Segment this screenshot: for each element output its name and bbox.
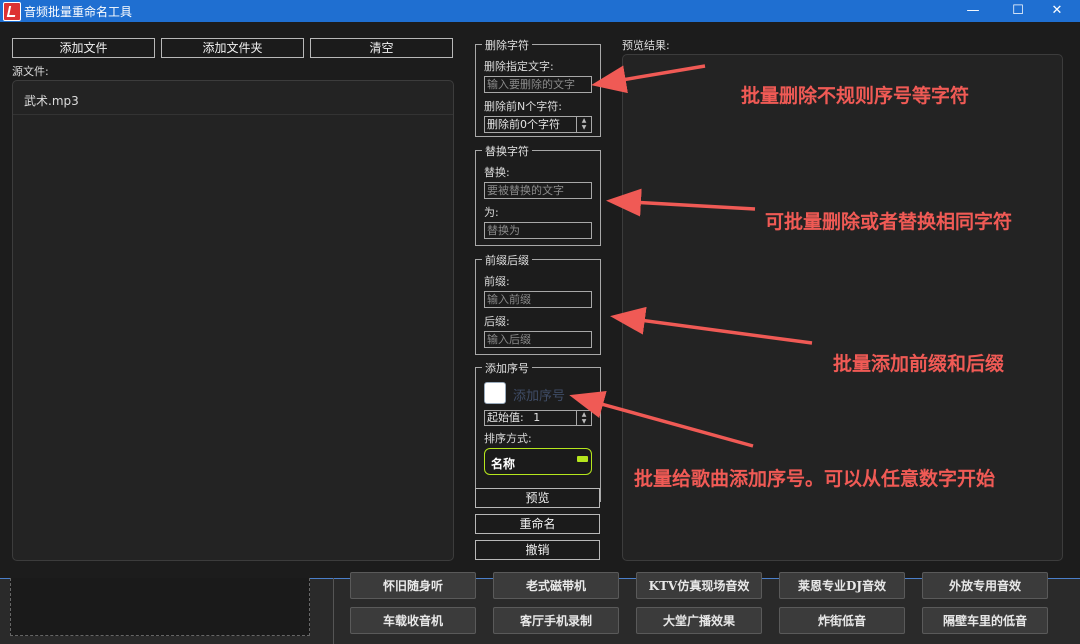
replace-with-label: 为:	[484, 206, 499, 219]
start-value-spinbox[interactable]: 起始值: 1 ▲ ▼	[484, 410, 592, 426]
group-title: 删除字符	[482, 37, 532, 53]
replace-from-input[interactable]: 要被替换的文字	[484, 182, 592, 199]
sort-mode-dropdown[interactable]: 名称	[484, 448, 592, 475]
effect-button[interactable]: 外放专用音效	[922, 572, 1048, 599]
spin-arrows-icon[interactable]: ▲ ▼	[576, 411, 591, 425]
preview-button[interactable]: 预览	[475, 488, 600, 508]
source-file-list[interactable]: 武术.mp3	[12, 80, 454, 561]
effect-button[interactable]: 炸街低音	[779, 607, 905, 634]
group-title: 替换字符	[482, 143, 532, 159]
music-note-icon	[3, 2, 21, 21]
undo-button[interactable]: 撤销	[475, 540, 600, 560]
serial-number-group: 添加序号 添加序号 起始值: 1 ▲ ▼ 排序方式: 名称	[475, 360, 601, 502]
group-title: 添加序号	[482, 360, 532, 376]
rename-button[interactable]: 重命名	[475, 514, 600, 534]
delete-first-n-label: 删除前N个字符:	[484, 100, 562, 113]
annotation-replace: 可批量删除或者替换相同字符	[765, 211, 1013, 233]
clear-button[interactable]: 清空	[310, 38, 453, 58]
dropdown-indicator-icon	[577, 456, 588, 462]
effect-button[interactable]: 莱恩专业DJ音效	[779, 572, 905, 599]
replace-to-input[interactable]: 替换为	[484, 222, 592, 239]
drop-zone[interactable]	[10, 578, 310, 636]
annotation-serial: 批量给歌曲添加序号。可以从任意数字开始	[634, 468, 996, 490]
serial-checkbox[interactable]	[484, 382, 506, 404]
effect-button[interactable]: 老式磁带机	[493, 572, 619, 599]
suffix-input[interactable]: 输入后缀	[484, 331, 592, 348]
add-file-button[interactable]: 添加文件	[12, 38, 155, 58]
effect-button[interactable]: 怀旧随身听	[350, 572, 476, 599]
prefix-label: 前缀:	[484, 275, 510, 288]
spinbox-value: 删除前0个字符	[487, 118, 560, 131]
effect-button[interactable]: KTV仿真现场音效	[636, 572, 762, 599]
group-title: 前缀后缀	[482, 252, 532, 268]
file-name: 武术.mp3	[24, 94, 79, 108]
annotation-delete: 批量删除不规则序号等字符	[741, 85, 970, 107]
prefix-input[interactable]: 输入前缀	[484, 291, 592, 308]
start-value: 1	[533, 411, 541, 424]
window-title: 音频批量重命名工具	[24, 5, 133, 19]
divider	[333, 578, 334, 644]
sort-mode-label: 排序方式:	[484, 432, 532, 445]
delete-chars-group: 删除字符 删除指定文字: 输入要删除的文字 删除前N个字符: 删除前0个字符 ▲…	[475, 37, 601, 137]
serial-checkbox-label[interactable]: 添加序号	[513, 385, 565, 404]
add-folder-button[interactable]: 添加文件夹	[161, 38, 304, 58]
delete-text-input[interactable]: 输入要删除的文字	[484, 76, 592, 93]
list-item[interactable]: 武术.mp3	[13, 81, 453, 115]
start-value-label: 起始值:	[487, 411, 524, 424]
effect-button[interactable]: 隔壁车里的低音	[922, 607, 1048, 634]
effect-button[interactable]: 客厅手机录制	[493, 607, 619, 634]
replace-label: 替换:	[484, 166, 510, 179]
effect-button[interactable]: 大堂广播效果	[636, 607, 762, 634]
affix-group: 前缀后缀 前缀: 输入前缀 后缀: 输入后缀	[475, 252, 601, 355]
source-files-label: 源文件:	[12, 65, 49, 78]
delete-specified-label: 删除指定文字:	[484, 60, 554, 73]
delete-first-n-spinbox[interactable]: 删除前0个字符 ▲ ▼	[484, 116, 592, 133]
close-button[interactable]: ✕	[1034, 0, 1080, 22]
annotation-affix: 批量添加前缀和后缀	[833, 353, 1005, 375]
replace-chars-group: 替换字符 替换: 要被替换的文字 为: 替换为	[475, 143, 601, 246]
preview-result-label: 预览结果:	[622, 39, 670, 52]
effect-button[interactable]: 车载收音机	[350, 607, 476, 634]
sort-mode-value: 名称	[491, 457, 516, 471]
spin-arrows-icon[interactable]: ▲ ▼	[576, 117, 591, 132]
title-bar: 音频批量重命名工具 — ☐ ✕	[0, 0, 1080, 22]
effects-panel: 怀旧随身听 老式磁带机 KTV仿真现场音效 莱恩专业DJ音效 外放专用音效 车载…	[0, 572, 1080, 644]
suffix-label: 后缀:	[484, 315, 510, 328]
minimize-button[interactable]: —	[950, 0, 996, 22]
